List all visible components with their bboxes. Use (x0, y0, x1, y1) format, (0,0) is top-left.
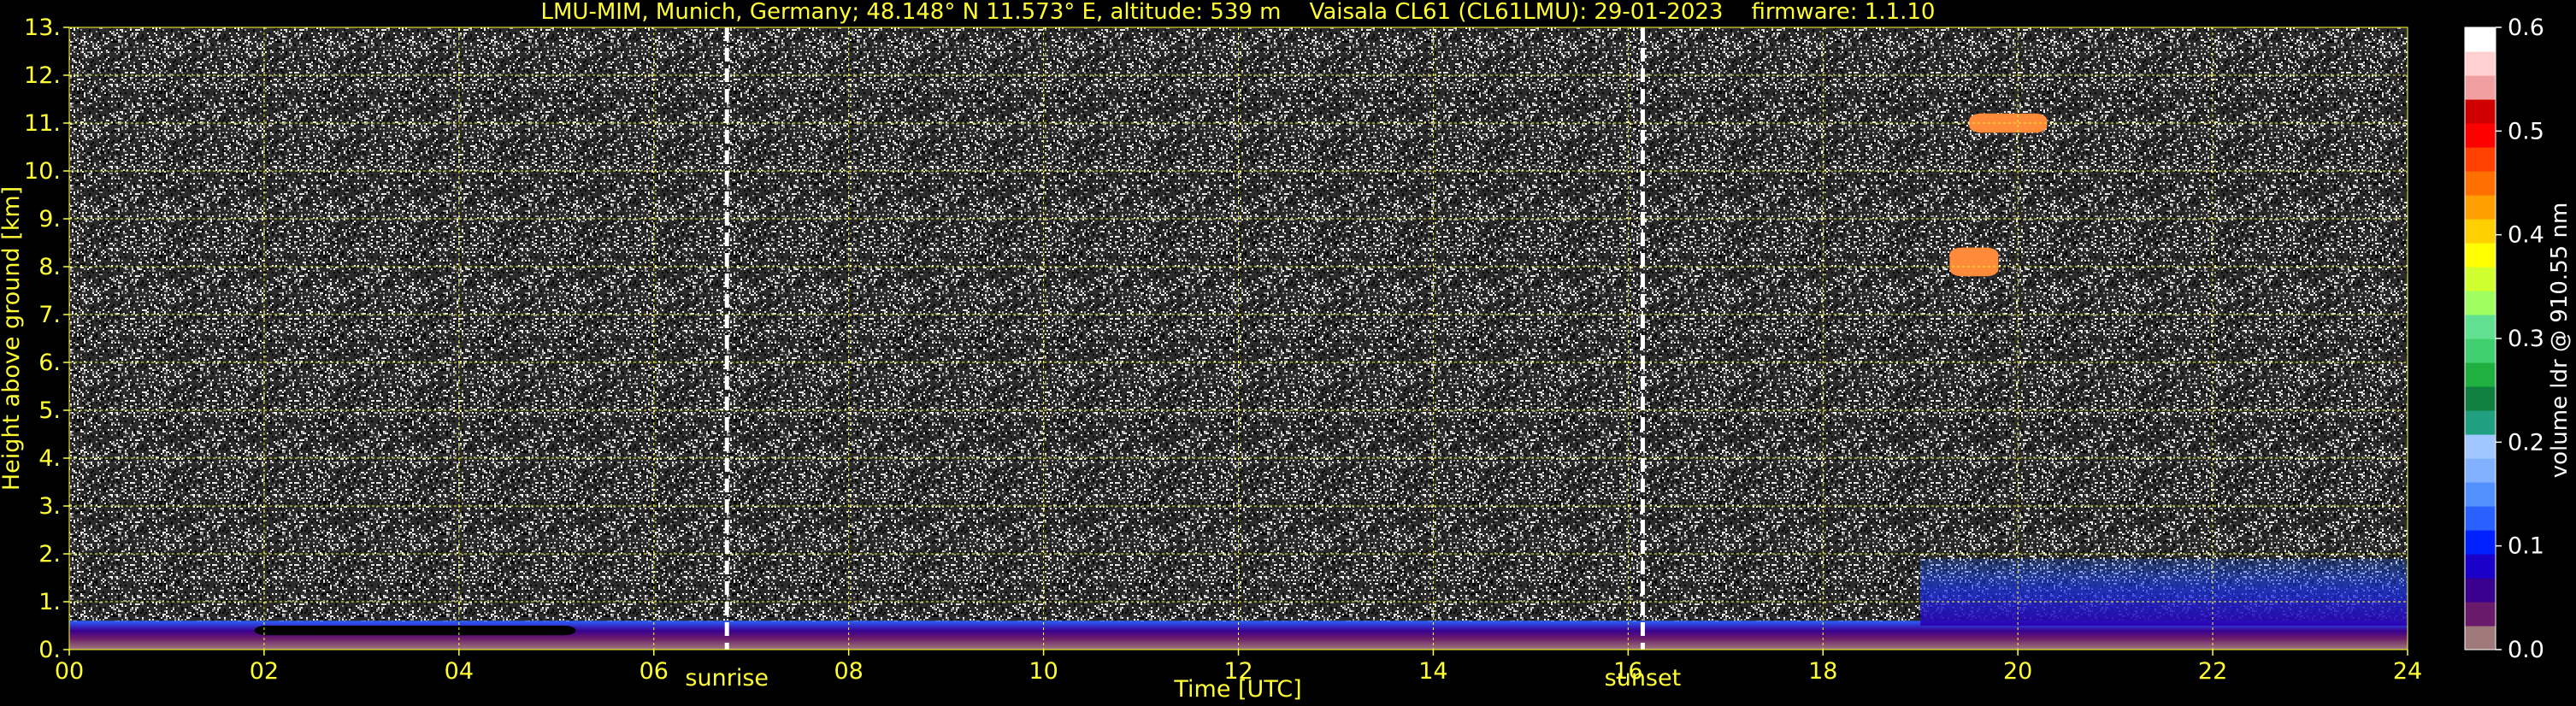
colorbar-segment (2465, 243, 2496, 268)
colorbar-tick-label: 0.5 (2508, 118, 2544, 144)
y-tick-label: 12. (24, 62, 61, 89)
sun-marker-label: sunrise (685, 665, 769, 691)
depolarizing-layer (254, 626, 576, 636)
colorbar-segment (2465, 386, 2496, 411)
y-tick-label: 0. (38, 637, 61, 663)
colorbar-tick-label: 0.1 (2508, 533, 2544, 560)
colorbar-segment (2465, 578, 2496, 603)
x-tick-label: 18 (1808, 658, 1837, 685)
colorbar (2464, 26, 2496, 650)
colorbar-segment (2465, 458, 2496, 483)
colorbar-tick-label: 0.6 (2508, 15, 2544, 41)
colorbar-segment (2465, 147, 2496, 172)
y-tick-label: 8. (38, 254, 61, 280)
y-tick-label: 4. (38, 445, 61, 472)
x-tick-label: 08 (834, 658, 863, 685)
colorbar-segment (2465, 27, 2496, 52)
colorbar-tick-label: 0.3 (2508, 326, 2544, 352)
colorbar-tick-label: 0.4 (2508, 222, 2544, 249)
x-tick-label: 14 (1418, 658, 1447, 685)
colorbar-segment (2465, 123, 2496, 148)
colorbar-tick-label: 0.2 (2508, 429, 2544, 456)
y-tick-label: 7. (38, 302, 61, 328)
y-tick-label: 11. (24, 110, 61, 137)
y-axis: 0. 1. 2. 3. 4. 5. 6. 7. 8. 9. 10. 11. 12. 13. (24, 15, 69, 663)
colorbar-segment (2465, 434, 2496, 459)
colorbar-segment (2465, 626, 2496, 650)
y-tick-label: 1. (38, 589, 61, 615)
y-tick-label: 13. (24, 15, 61, 41)
x-axis-label: Time [UTC] (1173, 676, 1301, 703)
x-tick-label: 20 (2003, 658, 2032, 685)
colorbar-tick-label: 0.0 (2508, 637, 2544, 663)
colorbar-segment (2465, 362, 2496, 387)
colorbar-label: volume ldr @ 910.55 nm (2547, 203, 2573, 479)
colorbar-segment (2465, 219, 2496, 244)
y-tick-label: 6. (38, 350, 61, 376)
colorbar-segment (2465, 291, 2496, 315)
x-tick-label: 10 (1029, 658, 1058, 685)
colorbar-segment (2465, 554, 2496, 579)
y-tick-label: 5. (38, 397, 61, 424)
y-tick-label: 3. (38, 493, 61, 520)
x-tick-label: 04 (445, 658, 474, 685)
colorbar-segment (2465, 51, 2496, 76)
x-tick-label: 22 (2198, 658, 2227, 685)
colorbar-segment (2465, 171, 2496, 196)
colorbar-segment (2465, 267, 2496, 291)
colorbar-segment (2465, 410, 2496, 435)
colorbar-segment (2465, 195, 2496, 220)
colorbar-segment (2465, 338, 2496, 363)
colorbar-segment (2465, 99, 2496, 124)
colorbar-segment (2465, 482, 2496, 507)
colorbar-segment (2465, 315, 2496, 339)
x-tick-label: 06 (640, 658, 669, 685)
elevated-aerosol (1920, 558, 2408, 626)
x-tick-label: 02 (250, 658, 279, 685)
ceilometer-chart: 00 02 04 06 08 10 12 14 16 18 20 22 24 0.1.2.3.4.5.6… (0, 0, 2573, 703)
colorbar-segment (2465, 530, 2496, 555)
colorbar-segment (2465, 75, 2496, 100)
y-tick-label: 9. (38, 206, 61, 232)
x-tick-label: 24 (2393, 658, 2422, 685)
y-axis-label: Height above ground [km] (0, 186, 25, 491)
colorbar-ticks: 0.0 0.1 0.2 0.3 0.4 0.5 0.6 (2496, 15, 2544, 663)
colorbar-segment (2465, 602, 2496, 627)
sun-marker-label: sunset (1605, 665, 1682, 691)
chart-title: LMU-MIM, Munich, Germany; 48.148° N 11.5… (541, 0, 1936, 25)
y-tick-label: 2. (38, 541, 61, 568)
y-tick-label: 10. (24, 158, 61, 185)
colorbar-segment (2465, 506, 2496, 531)
ice-cloud (1949, 247, 1999, 277)
